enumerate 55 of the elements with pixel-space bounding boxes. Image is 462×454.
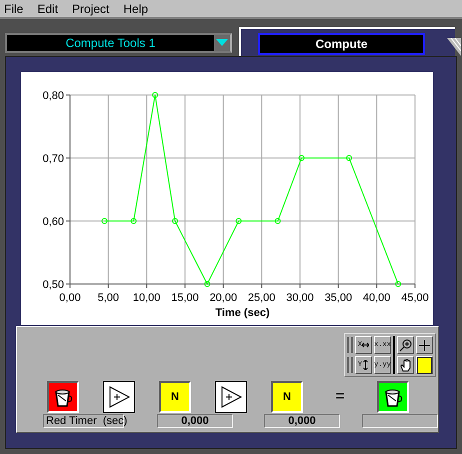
bucket-node[interactable]: [377, 381, 409, 413]
x-axis-title: Time (sec): [215, 307, 270, 319]
x-tick-label: 45,00: [401, 292, 429, 304]
data-point: [346, 155, 352, 161]
grip-handle[interactable]: [347, 337, 353, 353]
value-field: 0,000: [157, 414, 233, 428]
data-point: [236, 218, 242, 224]
number-node[interactable]: N: [271, 381, 303, 413]
amplifier-node[interactable]: [215, 381, 247, 413]
data-point: [298, 155, 305, 161]
data-point: [204, 281, 210, 287]
menu-item[interactable]: File: [4, 2, 24, 16]
cursor-button[interactable]: [416, 336, 433, 354]
x-tick-label: 40,00: [362, 292, 390, 304]
menu-item[interactable]: Project: [72, 2, 110, 16]
equals-sign: =: [334, 388, 346, 406]
y-tick-label: 0,60: [42, 216, 64, 228]
zoom-button[interactable]: [397, 336, 414, 354]
amplifier-node[interactable]: [103, 381, 135, 413]
number-node[interactable]: N: [159, 381, 191, 413]
menu-item[interactable]: Edit: [37, 2, 58, 16]
x-tick-label: 10,00: [132, 292, 160, 304]
dropdown-arrow-icon: [216, 39, 228, 47]
grip-handle[interactable]: [347, 357, 353, 373]
tool-dropdown[interactable]: Compute Tools 1: [5, 33, 232, 53]
value-field: 0,000: [264, 414, 340, 428]
data-point: [172, 218, 178, 224]
amplifier-icon: [219, 386, 243, 408]
x-tick-label: 30,00: [286, 292, 314, 304]
y-tick-label: 0,50: [42, 279, 64, 291]
bucket-node[interactable]: [47, 381, 79, 413]
x-tick-label: 35,00: [324, 292, 352, 304]
y-tick-label: 0,80: [42, 90, 64, 102]
data-point: [130, 218, 137, 224]
arrows-icon: [362, 340, 370, 350]
data-point: [152, 92, 158, 98]
data-point: [274, 218, 281, 224]
x-tick-label: 0,00: [59, 292, 81, 304]
data-point: [102, 218, 108, 224]
y-tick-label: 0,70: [42, 153, 64, 165]
bucket-icon: [49, 383, 77, 411]
crosshair-icon: [419, 340, 430, 350]
data-point: [395, 281, 402, 287]
x-tick-label: 15,00: [171, 292, 199, 304]
menu-item[interactable]: Help: [123, 2, 148, 16]
x-tick-label: 5,00: [98, 292, 120, 304]
x-tick-label: 20,00: [210, 292, 238, 304]
pan-button[interactable]: [397, 356, 414, 374]
amplifier-icon: [107, 386, 131, 408]
arrows-icon: [362, 360, 370, 370]
magnifier-icon: [399, 338, 412, 352]
hand-icon: [400, 358, 412, 372]
tab[interactable]: Compute: [258, 33, 425, 55]
x-tick-label: 25,00: [248, 292, 276, 304]
bucket-icon: [379, 383, 407, 411]
